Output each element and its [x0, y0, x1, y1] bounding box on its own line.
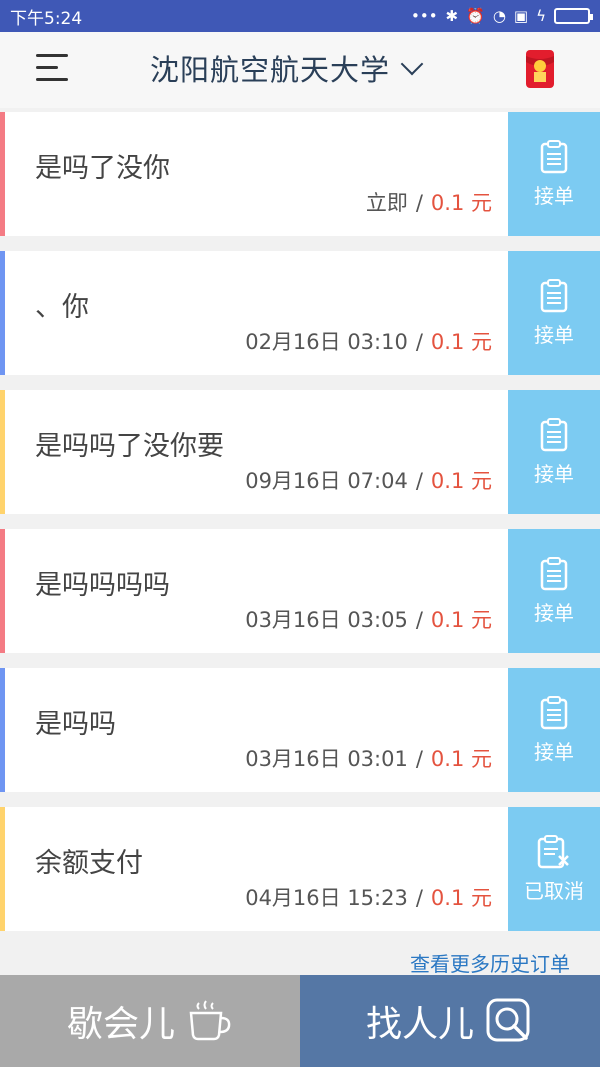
status-time: 下午5:24 [10, 8, 83, 29]
cancelled-order-label: 已取消 [524, 878, 584, 903]
order-accent [0, 390, 5, 514]
accept-order-button[interactable]: 接单 [508, 668, 600, 792]
menu-icon[interactable] [36, 52, 70, 84]
order-separator: / [415, 191, 423, 215]
order-text: 是吗吗了没你要 [35, 431, 224, 462]
order-separator: / [415, 747, 423, 771]
order-card[interactable]: 是吗吗 03月16日 03:01 / 0.1 元 接单 [0, 668, 600, 792]
order-price: 0.1 元 [430, 191, 492, 215]
charging-icon: ϟ [536, 7, 546, 25]
wifi-icon: ◔ [492, 7, 506, 25]
order-meta: 立即 / 0.1 元 [366, 187, 492, 217]
order-meta: 02月16日 03:10 / 0.1 元 [245, 326, 492, 356]
order-card[interactable]: 、你 02月16日 03:10 / 0.1 元 接单 [0, 251, 600, 375]
order-separator: / [415, 330, 423, 354]
find-person-button[interactable]: 找人儿 [300, 975, 600, 1067]
alarm-icon: ⏰ [466, 7, 485, 25]
order-accent [0, 807, 5, 931]
order-accent [0, 112, 5, 236]
order-price: 0.1 元 [430, 608, 492, 632]
order-time: 04月16日 15:23 [245, 886, 408, 910]
order-accent [0, 668, 5, 792]
rest-button[interactable]: 歇会儿 [0, 975, 300, 1067]
order-meta: 04月16日 15:23 / 0.1 元 [245, 882, 492, 912]
order-card[interactable]: 是吗了没你 立即 / 0.1 元 接单 [0, 112, 600, 236]
order-time: 03月16日 03:01 [245, 747, 408, 771]
order-text: 余额支付 [35, 848, 143, 879]
status-bar: 下午5:24 ••• ✱ ⏰ ◔ ▣ ϟ [0, 0, 600, 32]
battery-icon [554, 8, 593, 24]
cancelled-clipboard-icon [537, 834, 569, 868]
order-price: 0.1 元 [430, 469, 492, 493]
clipboard-icon [540, 695, 568, 729]
order-separator: / [415, 886, 423, 910]
accept-order-button[interactable]: 接单 [508, 112, 600, 236]
order-card[interactable]: 是吗吗吗吗 03月16日 03:05 / 0.1 元 接单 [0, 529, 600, 653]
clipboard-icon [540, 556, 568, 590]
search-icon [486, 998, 530, 1042]
order-price: 0.1 元 [430, 747, 492, 771]
order-list: 是吗了没你 立即 / 0.1 元 接单 、你 02月16日 03:10 / 0.… [0, 112, 600, 946]
clipboard-icon [540, 139, 568, 173]
order-time: 02月16日 03:10 [245, 330, 408, 354]
order-time: 立即 [365, 191, 408, 215]
accept-order-label: 接单 [534, 461, 574, 486]
find-person-label: 找人儿 [365, 1004, 474, 1045]
order-price: 0.1 元 [430, 886, 492, 910]
cancelled-order-button[interactable]: 已取消 [508, 807, 600, 931]
chevron-down-icon [400, 52, 424, 76]
order-price: 0.1 元 [430, 330, 492, 354]
order-separator: / [415, 608, 423, 632]
accept-order-button[interactable]: 接单 [508, 390, 600, 514]
order-meta: 09月16日 07:04 / 0.1 元 [245, 465, 492, 495]
order-text: 、你 [35, 292, 89, 323]
order-time: 03月16日 03:05 [245, 608, 408, 632]
accept-order-label: 接单 [534, 183, 574, 208]
order-meta: 03月16日 03:01 / 0.1 元 [245, 743, 492, 773]
page-title: 沈阳航空航天大学 [150, 53, 391, 87]
clipboard-icon [540, 278, 568, 312]
school-selector[interactable]: 沈阳航空航天大学 [150, 48, 424, 88]
order-card[interactable]: 余额支付 04月16日 15:23 / 0.1 元 已取消 [0, 807, 600, 931]
order-card[interactable]: 是吗吗了没你要 09月16日 07:04 / 0.1 元 接单 [0, 390, 600, 514]
order-text: 是吗吗 [35, 709, 116, 740]
more-dots-icon: ••• [411, 7, 438, 25]
order-separator: / [415, 469, 423, 493]
coffee-cup-icon [189, 1000, 231, 1041]
red-packet-icon[interactable] [524, 48, 556, 90]
bottom-nav: 歇会儿 找人儿 [0, 975, 600, 1067]
accept-order-button[interactable]: 接单 [508, 251, 600, 375]
accept-order-button[interactable]: 接单 [508, 529, 600, 653]
rest-label: 歇会儿 [66, 1004, 175, 1045]
accept-order-label: 接单 [534, 322, 574, 347]
app-header: 沈阳航空航天大学 [0, 32, 600, 108]
clipboard-icon [540, 417, 568, 451]
accept-order-label: 接单 [534, 600, 574, 625]
accept-order-label: 接单 [534, 739, 574, 764]
order-meta: 03月16日 03:05 / 0.1 元 [245, 604, 492, 634]
status-icons: ••• ✱ ⏰ ◔ ▣ ϟ [411, 7, 593, 25]
order-text: 是吗了没你 [35, 153, 170, 184]
order-accent [0, 251, 5, 375]
history-orders-link[interactable]: 查看更多历史订单 [410, 948, 570, 977]
order-text: 是吗吗吗吗 [35, 570, 170, 601]
order-time: 09月16日 07:04 [245, 469, 408, 493]
bluetooth-icon: ✱ [445, 7, 459, 25]
order-accent [0, 529, 5, 653]
sim-icon: ▣ [513, 7, 529, 25]
